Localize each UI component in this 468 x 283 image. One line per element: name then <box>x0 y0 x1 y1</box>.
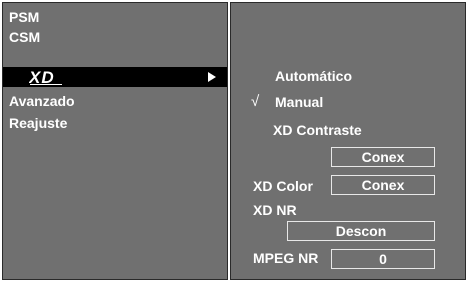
xd-contraste-value-box[interactable]: Conex <box>331 147 435 167</box>
xd-logo-text: XD <box>29 68 55 86</box>
menu-item-avanzado[interactable]: Avanzado <box>3 91 227 111</box>
option-xd-contraste[interactable]: XD Contraste <box>273 121 362 139</box>
option-automatico[interactable]: Automático <box>275 67 352 85</box>
osd-menu: PSM CSM XD Avanzado Reajuste Automático … <box>0 0 468 283</box>
submenu-arrow-icon <box>208 72 216 82</box>
xd-submenu-panel: Automático √ Manual XD Contraste Conex X… <box>230 2 466 280</box>
xd-nr-value-box[interactable]: Descon <box>287 221 435 241</box>
menu-item-psm[interactable]: PSM <box>3 7 227 27</box>
xd-nr-label: XD NR <box>253 202 297 218</box>
mpeg-nr-value-box[interactable]: 0 <box>331 249 435 269</box>
menu-item-label: Avanzado <box>9 93 75 109</box>
menu-item-label: PSM <box>9 9 40 25</box>
menu-item-reajuste[interactable]: Reajuste <box>3 113 227 133</box>
xd-logo: XD <box>29 68 62 86</box>
xd-color-label: XD Color <box>253 178 313 194</box>
menu-item-label: Reajuste <box>9 115 68 131</box>
menu-item-csm[interactable]: CSM <box>3 27 227 47</box>
mpeg-nr-label: MPEG NR <box>253 250 319 266</box>
menu-item-xd[interactable]: XD <box>3 67 227 87</box>
checkmark-icon: √ <box>251 93 260 110</box>
menu-item-label: CSM <box>9 29 41 45</box>
option-manual[interactable]: Manual <box>275 93 323 111</box>
main-menu-panel: PSM CSM XD Avanzado Reajuste <box>2 2 228 280</box>
xd-color-value-box[interactable]: Conex <box>331 175 435 195</box>
